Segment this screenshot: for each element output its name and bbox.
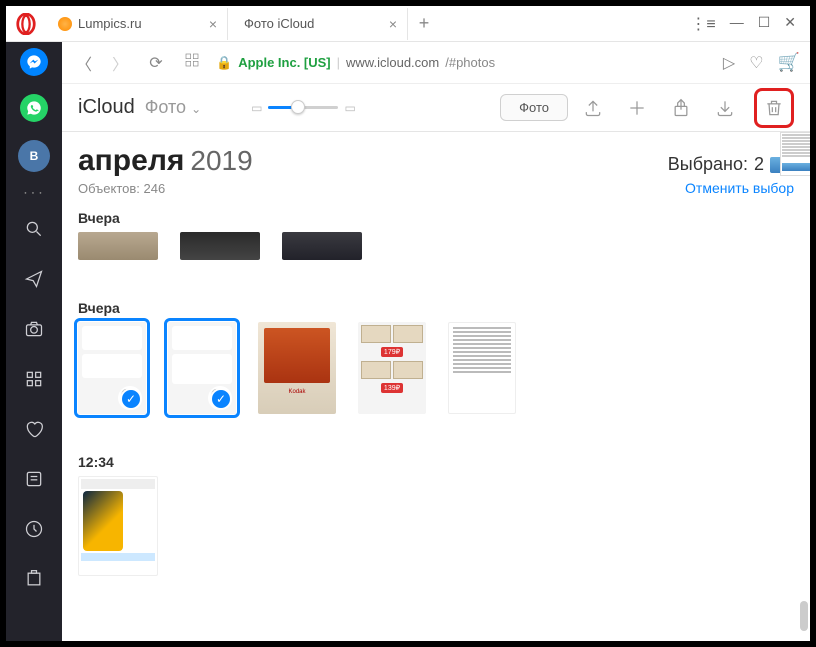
photo-thumb[interactable] [282,232,362,260]
toolbar-actions [578,88,794,128]
icloud-toolbar: iCloud Фото ⌄ ▭ ▭ Фото [62,84,810,132]
send-icon[interactable]: ▷ [723,53,735,73]
close-window-icon[interactable]: ✕ [784,14,796,34]
sidebar-separator: ● ● ● [24,190,43,195]
photo-grid: апреля 2019 Выбрано: 2 Объектов: 246 Отм… [62,132,810,641]
opera-logo[interactable] [12,10,40,38]
share-icon[interactable] [666,93,696,123]
address-bar-right: ▷ ♡ 🛒 [723,52,800,73]
speed-dial-nav-icon[interactable] [180,52,204,73]
bookmark-icon[interactable]: ♡ [749,53,763,73]
browser-window: Lumpics.ru × Фото iCloud × + ⋮≡ — ☐ ✕ [6,6,810,641]
icloud-section-dropdown[interactable]: Фото ⌄ [145,97,201,118]
new-tab-button[interactable]: + [408,8,440,40]
extensions-icon[interactable] [18,563,50,595]
url-field[interactable]: 🔒 Apple Inc. [US] | www.icloud.com/#phot… [216,55,711,71]
add-icon[interactable] [622,93,652,123]
hover-preview [780,132,810,176]
photos-mode-button[interactable]: Фото [500,94,568,121]
group-label: Вчера [78,210,794,226]
address-bar: 〈 〉 ⟳ 🔒 Apple Inc. [US] | www.icloud.com… [62,42,810,84]
body-row: B ● ● ● [6,42,810,641]
photo-thumb[interactable]: Kodak [258,322,336,414]
speed-dial-icon[interactable] [18,363,50,395]
opera-sidebar: B ● ● ● [6,42,62,641]
vk-icon[interactable]: B [18,140,50,172]
photo-thumb[interactable] [78,476,158,576]
forward-icon[interactable]: 〉 [108,51,132,75]
selection-count: 2 [754,154,764,175]
reload-icon[interactable]: ⟳ [144,53,168,73]
cert-issuer: Apple Inc. [US] [238,55,330,70]
zoom-large-icon: ▭ [344,101,355,115]
trash-icon[interactable] [759,93,789,123]
whatsapp-icon[interactable] [20,94,48,122]
object-count: Объектов: 246 [78,181,165,196]
cart-icon[interactable]: 🛒 [778,52,800,73]
tab-label: Фото iCloud [244,16,314,31]
photo-group: Вчера [78,210,794,260]
photo-group: 12:34 [78,454,794,576]
close-icon[interactable]: × [389,16,397,32]
close-icon[interactable]: × [209,16,217,32]
photo-thumb[interactable] [180,232,260,260]
zoom-small-icon: ▭ [251,101,262,115]
tab-favicon [58,17,72,31]
maximize-icon[interactable]: ☐ [758,14,771,34]
url-path: /#photos [445,55,495,70]
minimize-icon[interactable]: — [730,14,744,34]
news-icon[interactable] [18,463,50,495]
group-label: Вчера [78,300,794,316]
group-label: 12:34 [78,454,794,470]
upload-icon[interactable] [578,93,608,123]
thumbnail-zoom-slider[interactable]: ▭ ▭ [251,101,356,115]
tab-strip: Lumpics.ru × Фото iCloud × + [48,8,682,40]
tab-lumpics[interactable]: Lumpics.ru × [48,8,228,40]
heart-icon[interactable] [18,413,50,445]
photo-thumb[interactable]: 179₽ 139₽ [358,322,426,414]
page-content: 〈 〉 ⟳ 🔒 Apple Inc. [US] | www.icloud.com… [62,42,810,641]
back-icon[interactable]: 〈 [72,51,96,75]
tab-label: Lumpics.ru [78,16,142,31]
photo-thumb-selected[interactable] [168,322,236,414]
url-host: www.icloud.com [346,55,439,70]
delete-button-highlight [754,88,794,128]
photo-group: Вчера Kodak [78,300,794,414]
scrollbar-thumb[interactable] [800,601,808,631]
selection-count-label: Выбрано: [668,154,748,175]
photo-thumb-selected[interactable] [78,322,146,414]
camera-icon[interactable] [18,313,50,345]
icloud-section-label: Фото [145,97,186,117]
send-icon[interactable] [18,263,50,295]
tab-icloud-photos[interactable]: Фото iCloud × [228,8,408,40]
lock-icon: 🔒 [216,55,232,71]
download-icon[interactable] [710,93,740,123]
cancel-selection-link[interactable]: Отменить выбор [685,180,794,196]
year-label: 2019 [190,145,252,177]
history-icon[interactable] [18,513,50,545]
menu-icon[interactable]: ⋮≡ [690,14,715,34]
chevron-down-icon: ⌄ [191,102,201,116]
photo-thumb[interactable] [78,232,158,260]
messenger-icon[interactable] [20,48,48,76]
window-controls: ⋮≡ — ☐ ✕ [682,14,804,34]
month-label: апреля [78,144,184,178]
search-icon[interactable] [18,213,50,245]
icloud-app-name[interactable]: iCloud [78,96,135,119]
photo-thumb[interactable] [448,322,516,414]
titlebar: Lumpics.ru × Фото iCloud × + ⋮≡ — ☐ ✕ [6,6,810,42]
